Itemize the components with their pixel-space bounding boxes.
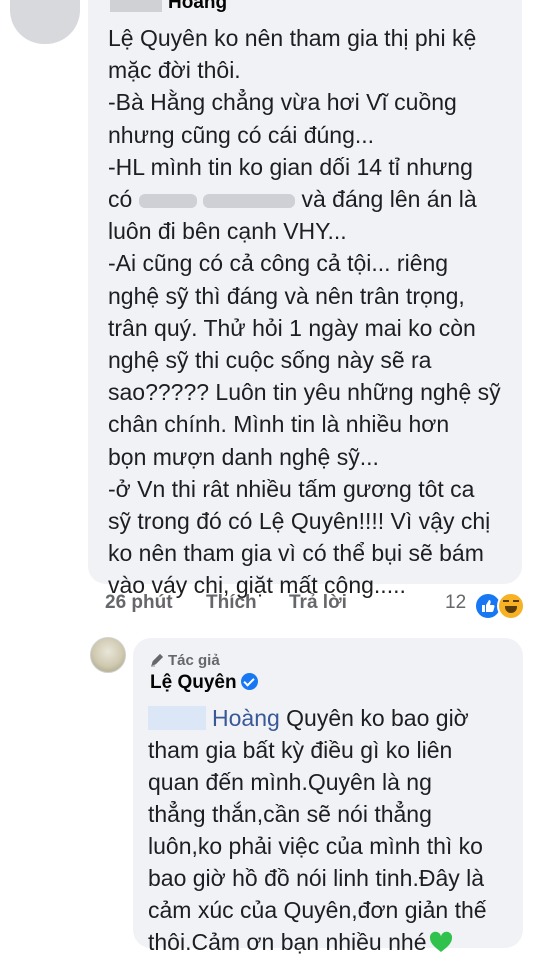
comment-line: có và đáng lên án là bbox=[108, 183, 518, 215]
green-heart-icon bbox=[429, 931, 452, 952]
comment-line: ko nên tham gia vì có thể bụi sẽ bám bbox=[108, 540, 484, 567]
verified-icon bbox=[240, 673, 258, 690]
pen-icon bbox=[151, 653, 164, 667]
author-badge: Tác giả bbox=[150, 652, 220, 669]
comment-text: Lệ Quyên ko nên tham gia thị phi kệ mặc … bbox=[108, 22, 518, 602]
redacted-mention bbox=[148, 706, 206, 730]
redacted-text bbox=[138, 193, 197, 208]
comment-line: mặc đời thôi. bbox=[108, 57, 241, 84]
haha-eye bbox=[513, 600, 519, 605]
comment-line: sao????? Luôn tin yêu những nghệ sỹ bbox=[108, 379, 501, 406]
timestamp-link[interactable]: 26 phút bbox=[105, 592, 173, 614]
comment-line: trân quý. Thử hỏi 1 ngày mai ko còn bbox=[108, 314, 476, 341]
reaction-count[interactable]: 12 bbox=[445, 592, 466, 614]
reply-line-rest: Quyên ko bao giờ bbox=[286, 705, 469, 731]
reply-line: cảm xúc của Quyên,đơn giản thế bbox=[148, 897, 487, 923]
reply-button[interactable]: Trả lời bbox=[289, 592, 347, 614]
reply-text: Hoàng Quyên ko bao giờ tham gia bất kỳ đ… bbox=[148, 702, 518, 958]
reply-line-rest: thôi.Cảm ơn bạn nhiều nhé bbox=[148, 929, 427, 955]
reply-line: bao giờ hồ đồ nói linh tinh.Đây là bbox=[148, 865, 485, 891]
haha-eye bbox=[503, 600, 509, 605]
comment-line: -ở Vn thi rât nhiều tấm gương tôt ca bbox=[108, 475, 475, 502]
comment-line: chân chính. Mình tin là nhiều hơn bbox=[108, 411, 450, 438]
reply-author-name[interactable]: Lệ Quyên bbox=[150, 672, 258, 694]
reply-line: tham gia bất kỳ điều gì ko liên bbox=[148, 737, 453, 763]
like-button[interactable]: Thích bbox=[206, 592, 257, 614]
redacted-text bbox=[203, 193, 296, 208]
comment-line: nghệ sỹ thi cuộc sống này sẽ ra bbox=[108, 347, 432, 374]
comment-line: -Ai cũng có cả công cả tội... riêng bbox=[108, 250, 449, 277]
mention-link[interactable]: Hoàng bbox=[212, 705, 280, 731]
comment-line: -Bà Hằng chẳng vừa hơi Vĩ cuồng bbox=[108, 89, 457, 116]
comment-line: sỹ trong đó có Lệ Quyên!!!! Vì vậy chị bbox=[108, 508, 491, 535]
author-avatar[interactable] bbox=[90, 637, 126, 673]
reply-line: thôi.Cảm ơn bạn nhiều nhé bbox=[148, 926, 518, 958]
reply-author-label: Lệ Quyên bbox=[150, 672, 237, 693]
reply-line: quan đến mình.Quyên là ng bbox=[148, 769, 432, 795]
commenter-avatar[interactable] bbox=[10, 0, 80, 44]
commenter-surname: Hoàng bbox=[168, 0, 228, 13]
comment-line: Lệ Quyên ko nên tham gia thị phi kệ bbox=[108, 25, 477, 51]
comment-line-rest: và đáng lên án là bbox=[301, 186, 477, 213]
comment-line: nhưng cũng có cái đúng... bbox=[108, 121, 375, 148]
comment-line: luôn đi bên cạnh VHY... bbox=[108, 218, 347, 245]
reply-line: luôn,ko phải việc của mình thì ko bbox=[148, 833, 483, 859]
comment-line: -HL mình tin ko gian dối 14 tỉ nhưng bbox=[108, 153, 473, 180]
haha-reaction-icon[interactable] bbox=[497, 592, 525, 620]
haha-mouth bbox=[505, 606, 517, 613]
author-badge-label: Tác giả bbox=[168, 652, 220, 669]
comment-line: nghệ sỹ thì đáng và nên trân trọng, bbox=[108, 282, 465, 309]
reply-line: Hoàng Quyên ko bao giờ bbox=[148, 702, 518, 734]
commenter-name[interactable]: Hoàng bbox=[110, 0, 227, 14]
comment-line-prefix: có bbox=[108, 186, 133, 213]
redacted-name bbox=[110, 0, 162, 12]
comment-line: bọn mượn danh nghệ sỹ... bbox=[108, 443, 379, 470]
reply-line: thẳng thắn,cần sẽ nói thẳng bbox=[148, 801, 432, 827]
